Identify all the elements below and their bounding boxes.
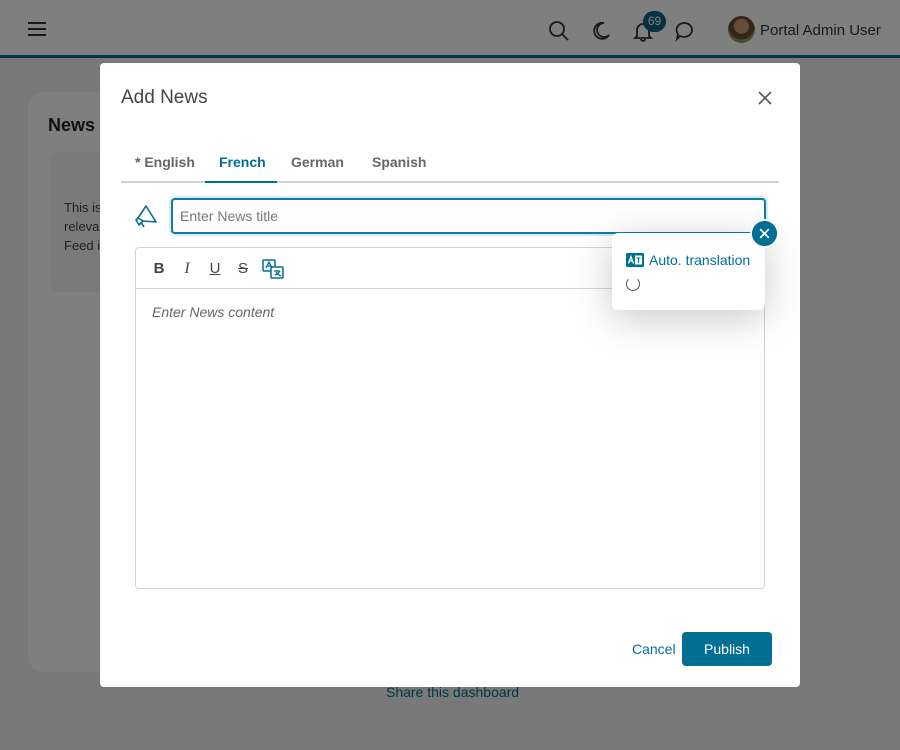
underline-icon[interactable]: U: [206, 260, 224, 278]
publish-button[interactable]: Publish: [682, 632, 772, 666]
cancel-button[interactable]: Cancel: [632, 641, 676, 657]
translation-icon: [626, 253, 644, 267]
translate-icon[interactable]: [262, 258, 284, 280]
news-title-input[interactable]: [171, 198, 766, 234]
strikethrough-icon[interactable]: S: [234, 260, 252, 278]
megaphone-icon: [135, 205, 157, 228]
tab-english[interactable]: * English: [135, 154, 195, 183]
editor-placeholder: Enter News content: [152, 304, 275, 320]
tab-german[interactable]: German: [291, 154, 344, 183]
italic-icon[interactable]: I: [178, 260, 196, 278]
tab-spanish[interactable]: Spanish: [372, 154, 426, 183]
close-icon[interactable]: [756, 89, 774, 107]
add-news-dialog: Add News * English French German Spanish…: [100, 63, 800, 687]
dialog-title: Add News: [121, 87, 208, 108]
active-tab-indicator: [205, 181, 277, 183]
auto-translation-popover: Auto. translation: [612, 233, 765, 310]
language-tabs: * English French German Spanish: [121, 149, 779, 183]
popover-close-icon[interactable]: [750, 219, 779, 248]
bold-icon[interactable]: B: [150, 260, 168, 278]
tab-french[interactable]: French: [219, 154, 266, 183]
auto-translation-label: Auto. translation: [649, 252, 751, 268]
loading-spinner-icon: [626, 277, 640, 291]
